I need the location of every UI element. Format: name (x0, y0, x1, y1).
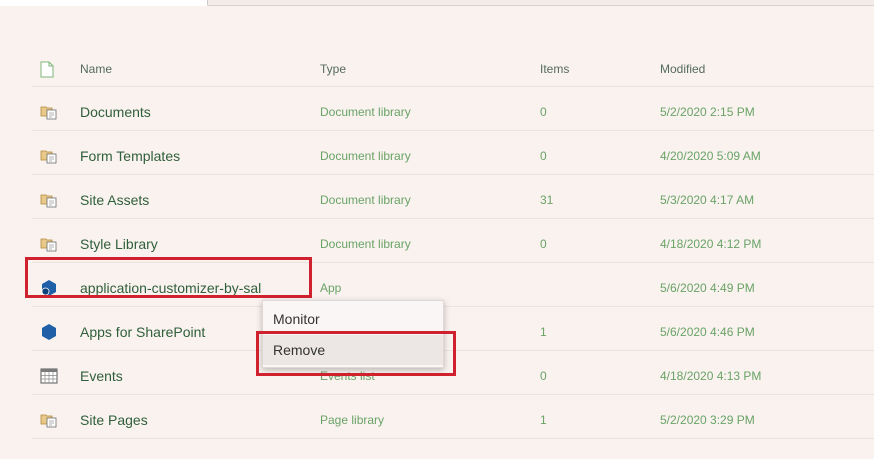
row-name-link[interactable]: Apps for SharePoint (80, 307, 205, 350)
table-row[interactable]: Form Templates Document library 0 4/20/2… (32, 131, 874, 175)
row-items: 31 (540, 192, 554, 207)
column-header-modified[interactable]: Modified (660, 52, 705, 86)
row-type: Document library (320, 236, 411, 251)
table-header-row: Name Type Items Modified (32, 52, 874, 87)
table-row[interactable]: Site Assets Document library 31 5/3/2020… (32, 175, 874, 219)
row-name-link[interactable]: Site Assets (80, 175, 149, 218)
row-type: Document library (320, 104, 411, 119)
row-items: 1 (540, 324, 547, 339)
document-library-icon (40, 219, 64, 262)
document-library-icon (40, 395, 64, 438)
row-items: 1 (540, 412, 547, 427)
table-row[interactable]: application-customizer-by-sal App 5/6/20… (32, 263, 874, 307)
document-library-icon (40, 175, 64, 218)
row-name-link[interactable]: Style Library (80, 219, 158, 262)
row-name-link[interactable]: Documents (80, 87, 151, 130)
document-library-icon (40, 131, 64, 174)
row-type: Document library (320, 148, 411, 163)
table-row[interactable]: Site Pages Page library 1 5/2/2020 3:29 … (32, 395, 874, 439)
row-name-link[interactable]: application-customizer-by-sal (80, 263, 261, 306)
column-header-items[interactable]: Items (540, 52, 569, 86)
row-modified: 5/2/2020 3:29 PM (660, 412, 755, 427)
row-items: 0 (540, 104, 547, 119)
table-row[interactable]: Style Library Document library 0 4/18/20… (32, 219, 874, 263)
table-row[interactable]: Documents Document library 0 5/2/2020 2:… (32, 87, 874, 131)
site-contents-table: Name Type Items Modified Documents Docum… (32, 52, 874, 439)
row-name-link[interactable]: Form Templates (80, 131, 180, 174)
calendar-icon (40, 351, 64, 394)
menu-item-monitor[interactable]: Monitor (263, 304, 443, 334)
row-modified: 5/6/2020 4:49 PM (660, 280, 755, 295)
menu-item-remove[interactable]: Remove (263, 335, 443, 365)
row-type: Document library (320, 192, 411, 207)
top-bar (0, 0, 874, 6)
file-icon[interactable] (40, 52, 64, 86)
column-header-name[interactable]: Name (80, 52, 112, 86)
row-modified: 5/2/2020 2:15 PM (660, 104, 755, 119)
row-modified: 4/18/2020 4:13 PM (660, 368, 762, 383)
row-name-link[interactable]: Site Pages (80, 395, 148, 438)
app-icon (40, 263, 64, 306)
row-items: 0 (540, 148, 547, 163)
app-icon (40, 307, 64, 350)
row-modified: 4/18/2020 4:12 PM (660, 236, 762, 251)
context-menu: Monitor Remove (262, 300, 444, 368)
row-name-link[interactable]: Events (80, 351, 123, 394)
active-tab-strip (0, 0, 208, 6)
row-type: Page library (320, 412, 385, 427)
document-library-icon (40, 87, 64, 130)
column-header-type[interactable]: Type (320, 52, 346, 86)
row-modified: 4/20/2020 5:09 AM (660, 148, 761, 163)
row-modified: 5/3/2020 4:17 AM (660, 192, 755, 207)
table-row[interactable]: Apps for SharePoint 1 5/6/2020 4:46 PM (32, 307, 874, 351)
table-row[interactable]: Events Events list 0 4/18/2020 4:13 PM (32, 351, 874, 395)
row-items: 0 (540, 368, 547, 383)
row-modified: 5/6/2020 4:46 PM (660, 324, 755, 339)
row-items: 0 (540, 236, 547, 251)
